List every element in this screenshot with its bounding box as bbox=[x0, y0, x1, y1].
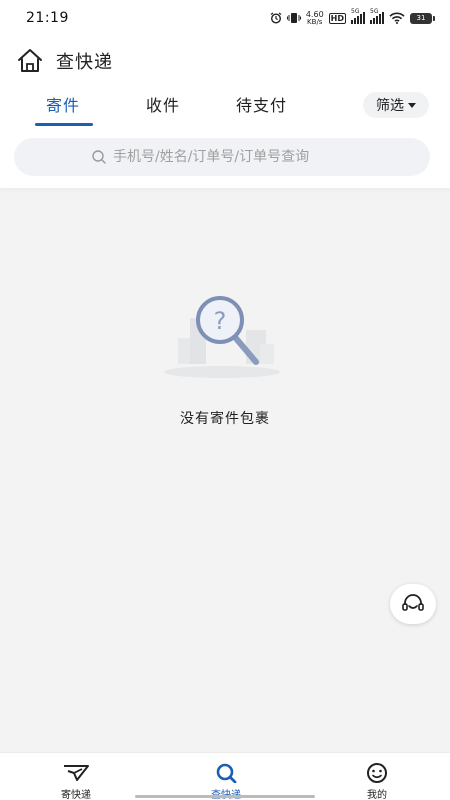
home-icon[interactable] bbox=[16, 48, 44, 74]
filter-label: 筛选 bbox=[376, 98, 404, 114]
battery-icon: 31 bbox=[410, 12, 435, 24]
tab-receive[interactable]: 收件 bbox=[146, 92, 180, 116]
search-icon bbox=[214, 763, 238, 783]
header: 查快递 寄件 收件 待支付 筛选 bbox=[0, 36, 450, 188]
page-title: 查快递 bbox=[56, 52, 113, 73]
signal-1: 5G bbox=[351, 8, 365, 24]
hd-badge: HD bbox=[328, 12, 346, 24]
send-package-icon bbox=[62, 763, 90, 783]
dropdown-arrow-icon bbox=[408, 102, 416, 108]
search-input[interactable] bbox=[113, 149, 353, 165]
signal-1-label: 5G bbox=[351, 8, 360, 15]
headset-icon bbox=[400, 592, 426, 616]
signal-2-label: 5G bbox=[370, 8, 379, 15]
status-time: 21:19 bbox=[26, 10, 69, 26]
tab-send[interactable]: 寄件 bbox=[46, 92, 80, 116]
empty-state: ? 没有寄件包裹 bbox=[0, 290, 450, 428]
vibrate-icon bbox=[286, 12, 301, 24]
wifi-icon bbox=[389, 12, 405, 24]
signal-2: 5G bbox=[370, 8, 384, 24]
smile-face-icon bbox=[364, 763, 390, 783]
svg-text:?: ? bbox=[214, 307, 227, 335]
home-indicator bbox=[135, 795, 315, 798]
nav-label: 我的 bbox=[367, 790, 387, 800]
search-bar[interactable] bbox=[14, 138, 430, 176]
nav-mine[interactable]: 我的 bbox=[347, 763, 407, 800]
customer-service-button[interactable] bbox=[390, 584, 436, 624]
empty-state-message: 没有寄件包裹 bbox=[180, 411, 270, 427]
nav-label: 寄快递 bbox=[61, 790, 91, 800]
bottom-nav: 寄快递 查快递 我的 bbox=[0, 752, 450, 800]
tab-pending-payment[interactable]: 待支付 bbox=[236, 92, 287, 116]
empty-search-illustration: ? bbox=[164, 296, 280, 378]
active-tab-indicator bbox=[35, 123, 93, 126]
status-icons: 4.60 KB/s HD 5G 5G 31 bbox=[270, 8, 435, 26]
status-bar: 21:19 4.60 KB/s HD 5G 5G 31 bbox=[0, 0, 450, 36]
alarm-icon bbox=[270, 12, 282, 24]
search-icon bbox=[91, 149, 107, 165]
title-row: 查快递 bbox=[16, 48, 113, 74]
net-speed: 4.60 KB/s bbox=[306, 10, 324, 26]
filter-button[interactable]: 筛选 bbox=[363, 92, 429, 118]
net-speed-unit: KB/s bbox=[307, 17, 323, 26]
nav-send-express[interactable]: 寄快递 bbox=[46, 763, 106, 800]
